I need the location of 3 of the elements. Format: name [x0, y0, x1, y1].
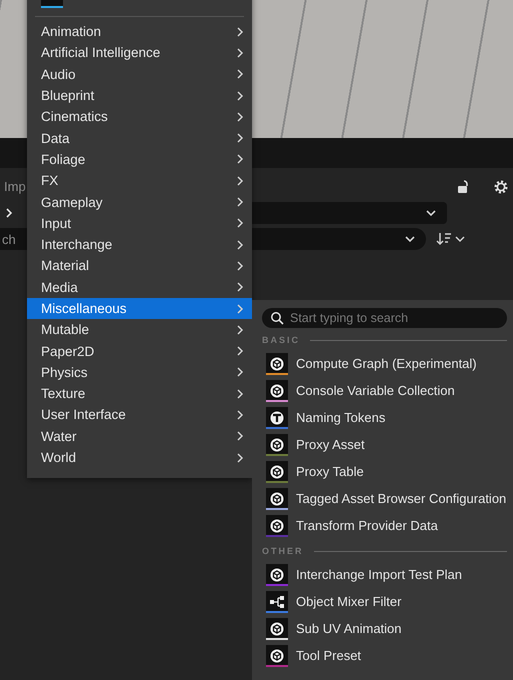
section-heading: OTHER [262, 546, 304, 556]
section-heading: BASIC [262, 335, 300, 345]
search-text: ch [2, 232, 16, 246]
